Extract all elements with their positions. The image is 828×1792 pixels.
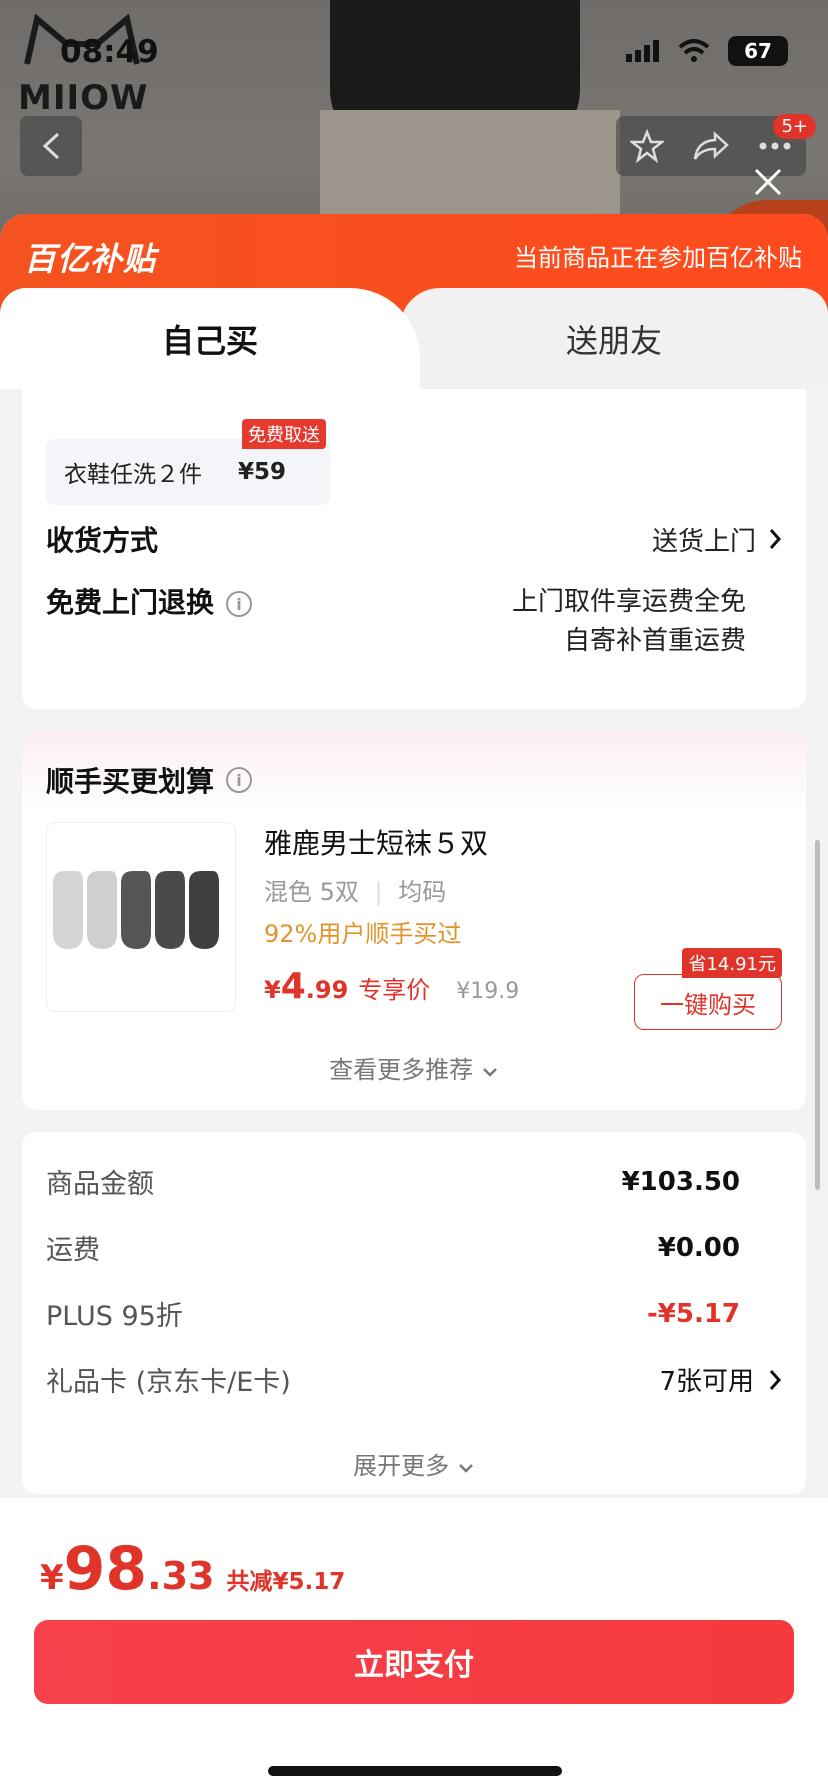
status-icons: 67 (626, 36, 788, 66)
product-thumbnail[interactable] (46, 822, 236, 1012)
shipping-method-value: 送货上门 (651, 526, 756, 557)
chevron-right-icon (769, 529, 782, 549)
save-amount-tag: 省14.91元 (682, 948, 782, 978)
amount-row-subtotal: 商品金额 ¥103.50 (46, 1162, 740, 1201)
free-return-detail: 上门取件享运费全免 自寄补首重运费 (512, 583, 746, 661)
total-integer: 98 (63, 1534, 148, 1604)
tab-buy-self[interactable]: 自己买 (0, 288, 420, 389)
spec-divider: | (374, 878, 383, 906)
more-recommendations-link[interactable]: 查看更多推荐 (22, 1050, 806, 1085)
expand-more-link[interactable]: 展开更多 (22, 1446, 806, 1481)
gift-card-available: 7张可用 (659, 1367, 754, 1397)
total-currency: ¥ (40, 1558, 64, 1598)
expand-more-label: 展开更多 (353, 1452, 450, 1480)
chevron-down-icon (458, 1464, 473, 1473)
amount-row-shipping: 运费 ¥0.00 (46, 1228, 740, 1267)
brand-name: MIIOW (18, 78, 149, 118)
one-click-buy-button[interactable]: 一键购买 (634, 974, 782, 1030)
shipping-method-label: 收货方式 (46, 524, 159, 557)
total-price: ¥ 98 .33 共减¥5.17 (40, 1534, 345, 1604)
socks-image (53, 871, 219, 949)
subsidy-header: 百亿补贴 当前商品正在参加百亿补贴 送朋友 自己买 (0, 214, 828, 389)
bundle-title: 顺手买更划算 (46, 765, 215, 798)
signal-icon (626, 40, 659, 62)
checkout-footer: ¥ 98 .33 共减¥5.17 立即支付 (0, 1498, 828, 1792)
subsidy-note: 当前商品正在参加百亿补贴 (514, 244, 802, 272)
return-line-2: 自寄补首重运费 (563, 626, 746, 656)
product-spec: 混色 5双 | 均码 (264, 872, 446, 907)
amount-value: ¥0.00 (657, 1232, 740, 1263)
price-currency: ¥ (264, 976, 281, 1004)
chevron-left-icon (42, 132, 60, 160)
amount-value: -¥5.17 (646, 1298, 740, 1329)
product-price: ¥ 4 .99 专享价 ¥19.9 (264, 966, 519, 1007)
delivery-card: 衣鞋任洗２件 ¥59 免费取送 收货方式 送货上门 免费上门退换 i 上门取件享运… (22, 389, 806, 709)
wash-service-price: ¥59 (238, 459, 287, 485)
close-icon[interactable] (750, 164, 786, 200)
amount-row-gift-card[interactable]: 礼品卡 (京东卡/E卡) 7张可用 (46, 1360, 782, 1399)
home-indicator (268, 1766, 562, 1776)
chevron-right-icon (769, 1369, 782, 1390)
price-integer: 4 (280, 966, 306, 1007)
amount-label: 运费 (46, 1235, 100, 1266)
battery-indicator: 67 (728, 36, 788, 66)
wash-service-label: 衣鞋任洗２件 (64, 462, 202, 488)
free-return-label: 免费上门退换 (46, 586, 215, 619)
total-saved: 共减¥5.17 (226, 1569, 346, 1595)
product-name[interactable]: 雅鹿男士短袜５双 (264, 822, 488, 862)
amount-label: 商品金额 (46, 1169, 154, 1200)
chevron-down-icon (482, 1068, 497, 1077)
amount-label: PLUS 95折 (46, 1301, 183, 1332)
status-time: 08:49 (60, 34, 159, 70)
more-icon[interactable] (758, 141, 792, 151)
amount-value: ¥103.50 (621, 1166, 740, 1197)
buyers-percentage: 92%用户顺手买过 (264, 920, 462, 948)
price-decimal: .99 (305, 976, 349, 1004)
pay-now-button[interactable]: 立即支付 (34, 1620, 794, 1704)
amount-label: 礼品卡 (京东卡/E卡) (46, 1367, 291, 1398)
scrollbar[interactable] (815, 840, 820, 1190)
order-amount-card: 商品金额 ¥103.50 运费 ¥0.00 PLUS 95折 -¥5.17 礼品… (22, 1132, 806, 1494)
original-price: ¥19.9 (456, 979, 520, 1004)
product-spec-color: 混色 5双 (264, 878, 359, 906)
share-icon[interactable] (693, 131, 729, 161)
total-decimal: .33 (147, 1554, 215, 1598)
shipping-method-row[interactable]: 收货方式 送货上门 (46, 519, 782, 559)
purchase-tabs: 送朋友 自己买 (0, 288, 828, 389)
subsidy-logo: 百亿补贴 (24, 240, 157, 278)
star-icon[interactable] (630, 129, 665, 163)
exclusive-price-label: 专享价 (358, 976, 431, 1004)
more-recommendations-label: 查看更多推荐 (329, 1056, 474, 1084)
message-count-badge: 5+ (773, 114, 816, 139)
bundle-recommend-card: 顺手买更划算 i 雅鹿男士短袜５双 混色 5双 | 均码 92%用户顺手买过 ¥ … (22, 732, 806, 1110)
tab-gift-friend[interactable]: 送朋友 (400, 288, 828, 389)
wifi-icon (678, 39, 710, 62)
back-button[interactable] (20, 116, 82, 176)
product-spec-size: 均码 (398, 878, 447, 906)
info-icon[interactable]: i (226, 767, 253, 793)
free-pickup-tag: 免费取送 (242, 419, 326, 449)
amount-row-plus-discount: PLUS 95折 -¥5.17 (46, 1294, 740, 1333)
info-icon[interactable]: i (226, 591, 253, 617)
return-line-1: 上门取件享运费全免 (511, 587, 746, 617)
